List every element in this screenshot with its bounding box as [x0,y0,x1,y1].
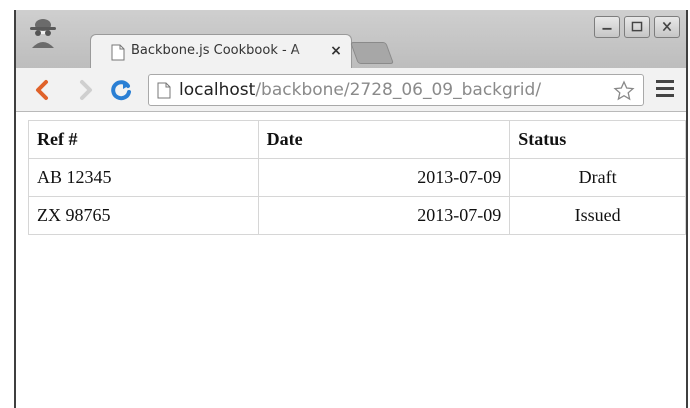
tab-title: Backbone.js Cookbook - A [131,43,300,58]
window-controls [594,16,680,38]
close-window-button[interactable] [654,16,680,38]
bookmark-star-icon[interactable] [613,80,635,102]
minimize-button[interactable] [594,16,620,38]
url-text[interactable]: localhost/backbone/2728_06_09_backgrid/ [179,80,541,100]
page-icon [111,44,125,61]
close-icon [662,21,672,32]
date-cell[interactable]: 2013-07-09 [257,196,511,235]
maximize-icon [631,21,643,32]
forward-icon[interactable] [72,77,98,103]
reload-icon[interactable] [108,77,134,103]
status-cell[interactable]: Draft [509,158,686,197]
url-path: /backbone/2728_06_09_backgrid/ [255,80,542,100]
column-header-status[interactable]: Status [509,120,686,159]
new-tab-button[interactable] [349,42,395,64]
status-cell[interactable]: Issued [509,196,686,235]
table-row: ZX 98765 2013-07-09 Issued [28,196,686,235]
menu-icon[interactable] [656,80,674,100]
column-header-ref[interactable]: Ref # [28,120,259,159]
address-bar[interactable]: localhost/backbone/2728_06_09_backgrid/ [148,74,644,106]
incognito-icon [30,19,56,48]
url-host: localhost [179,80,256,100]
back-icon[interactable] [30,77,56,103]
header-row: Ref # Date Status [28,120,686,159]
ref-cell[interactable]: ZX 98765 [28,196,259,235]
date-cell[interactable]: 2013-07-09 [257,158,511,197]
table-row: AB 12345 2013-07-09 Draft [28,158,686,197]
browser-window: Backbone.js Cookbook - A × localhost/bac… [14,10,688,408]
page-icon [157,82,171,99]
browser-toolbar: localhost/backbone/2728_06_09_backgrid/ [16,68,686,112]
tab-strip: Backbone.js Cookbook - A × [16,10,686,68]
tab-backbone-cookbook[interactable]: Backbone.js Cookbook - A × [90,34,352,68]
maximize-button[interactable] [624,16,650,38]
column-header-date[interactable]: Date [257,120,511,159]
backgrid-table: Ref # Date Status AB 12345 2013-07-09 Dr… [28,120,686,235]
minimize-icon [602,27,612,30]
page-content: Ref # Date Status AB 12345 2013-07-09 Dr… [16,112,686,408]
close-tab-icon[interactable]: × [327,42,345,60]
ref-cell[interactable]: AB 12345 [28,158,259,197]
